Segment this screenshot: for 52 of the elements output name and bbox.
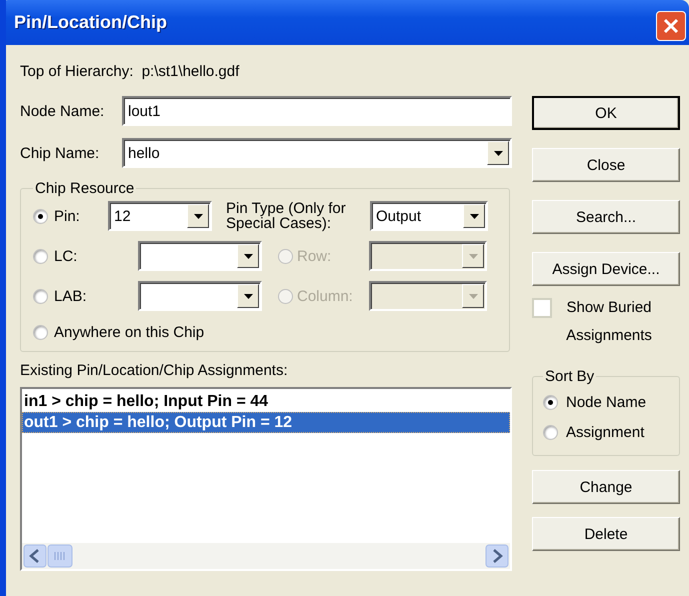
dialog-button[interactable]: Search... [532, 200, 680, 234]
caret-icon [244, 254, 252, 258]
pin-type-label: Pin Type (Only for Special Cases): [226, 201, 347, 231]
radio-button[interactable] [33, 288, 48, 304]
radio-label: LAB: [54, 288, 88, 304]
radio-button[interactable] [543, 424, 558, 440]
horizontal-scrollbar[interactable] [22, 543, 510, 569]
group-title: Sort By [544, 368, 596, 385]
assignment-list[interactable]: in1 > chip = hello; Input Pin = 44 out1 > chip = hello; Output Pin = 12 [20, 387, 512, 571]
radio-button[interactable] [33, 324, 48, 340]
chip-name-dropdown[interactable]: hello [122, 138, 512, 168]
caret-icon [244, 294, 252, 298]
radio-button[interactable] [33, 248, 48, 264]
radio-label: LC: [54, 248, 78, 264]
radio-label: Node Name [566, 394, 646, 410]
field-label: Node Name: [20, 102, 106, 120]
close-button[interactable] [656, 10, 686, 40]
dropdown[interactable] [138, 281, 262, 311]
dropdown[interactable]: 12 [108, 201, 212, 231]
checkbox-label: Show Buried Assignments [565, 298, 653, 346]
dialog-button[interactable]: Change [532, 470, 680, 504]
list-label: Existing Pin/Location/Chip Assignments: [20, 362, 289, 381]
radio-button[interactable] [33, 208, 48, 224]
radio-label: Row: [297, 248, 332, 264]
field-label: Chip Name: [20, 144, 100, 162]
dialog-button[interactable]: Close [532, 148, 680, 182]
dropdown-button[interactable] [463, 204, 485, 228]
radio-label: Anywhere on this Chip [54, 324, 204, 340]
dropdown-button[interactable] [187, 204, 209, 228]
caret-icon [468, 254, 478, 258]
node-name-field[interactable]: lout1 [122, 96, 512, 126]
dialog-button[interactable]: Assign Device... [532, 252, 680, 286]
checkbox[interactable] [532, 298, 552, 318]
radio-label: Assignment [566, 424, 644, 440]
caret-icon [470, 214, 478, 218]
window-title: Pin/Location/Chip [14, 12, 167, 33]
dialog-button[interactable]: OK [532, 96, 680, 130]
radio-label: Column: [297, 288, 354, 304]
dropdown-button[interactable] [487, 141, 509, 165]
dropdown-button[interactable] [237, 244, 259, 268]
hierarchy-text: Top of Hierarchy: p:\st1\hello.gdf [20, 62, 240, 82]
dialog-button[interactable]: Delete [532, 517, 680, 551]
caret-icon [494, 150, 502, 156]
group-title: Chip Resource [34, 180, 136, 197]
caret-icon [194, 214, 202, 218]
dropdown-button[interactable] [237, 284, 259, 308]
list-item[interactable]: in1 > chip = hello; Input Pin = 44 [22, 391, 510, 412]
list-item[interactable]: out1 > chip = hello; Output Pin = 12 [22, 412, 510, 433]
radio-button[interactable] [543, 394, 558, 410]
dropdown[interactable] [138, 241, 262, 271]
caret-icon [468, 294, 478, 298]
dropdown[interactable]: Output [370, 201, 488, 231]
